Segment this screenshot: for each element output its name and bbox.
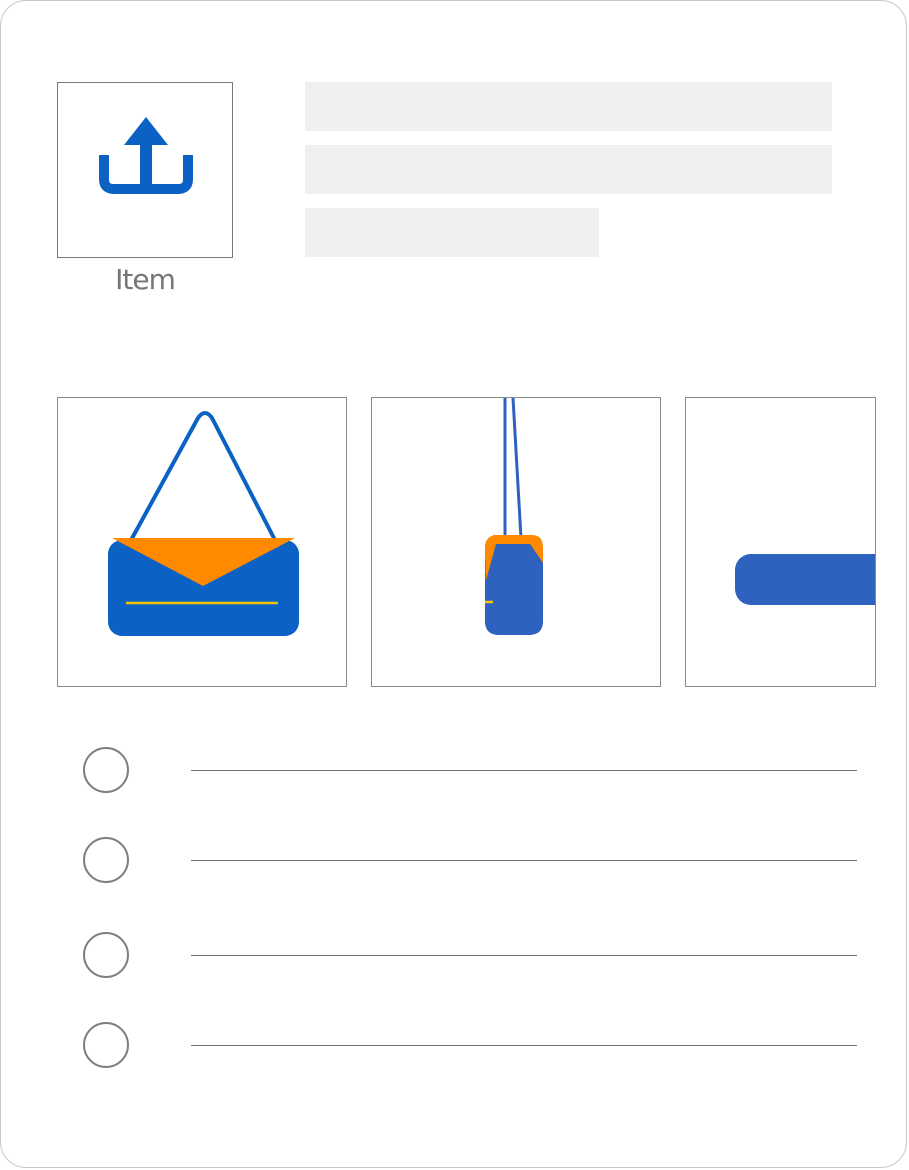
option-radio-1[interactable] (83, 747, 129, 793)
image-thumbnail-2[interactable] (371, 397, 661, 687)
handbag-front-image (108, 411, 299, 636)
option-row-2 (83, 837, 857, 885)
upload-button[interactable] (57, 82, 233, 258)
image-thumbnail-3[interactable] (685, 397, 876, 687)
option-row-3 (83, 932, 857, 980)
image-thumbnail-1[interactable] (57, 397, 347, 687)
handbag-side-image (485, 398, 543, 635)
option-text-line-2[interactable] (191, 860, 857, 861)
option-text-line-3[interactable] (191, 955, 857, 956)
option-radio-3[interactable] (83, 932, 129, 978)
option-row-4 (83, 1022, 857, 1070)
upload-label: Item (115, 263, 176, 296)
title-placeholder-line-2 (305, 145, 832, 194)
title-placeholder-line-3 (305, 208, 599, 257)
title-placeholder-line-1 (305, 82, 832, 131)
option-row-1 (83, 747, 857, 795)
item-card: Item (0, 0, 907, 1168)
option-text-line-1[interactable] (191, 770, 857, 771)
option-text-line-4[interactable] (191, 1045, 857, 1046)
upload-icon (99, 117, 193, 194)
option-radio-4[interactable] (83, 1022, 129, 1068)
option-radio-2[interactable] (83, 837, 129, 883)
handbag-bottom-image (735, 554, 875, 605)
